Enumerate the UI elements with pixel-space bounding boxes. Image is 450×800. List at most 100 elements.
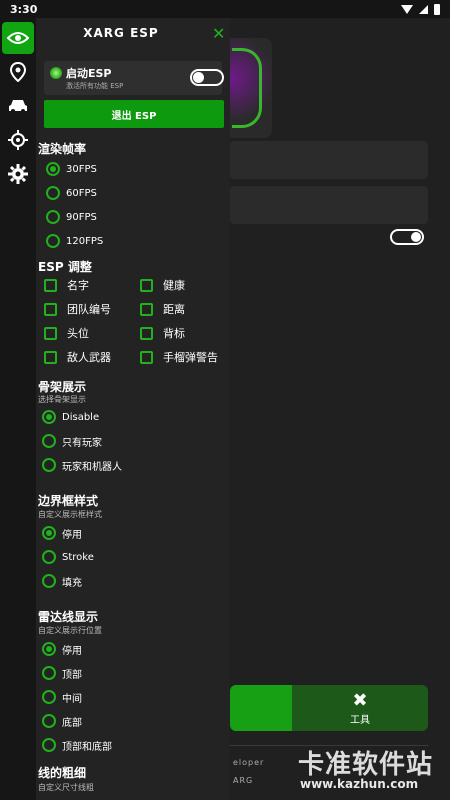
fps-option-label: 120FPS	[66, 235, 104, 247]
border-option-disable[interactable]: 停用	[42, 524, 82, 542]
radio-icon	[42, 574, 56, 588]
radar-option-middle[interactable]: 中间	[42, 688, 82, 706]
fps-option-label: 30FPS	[66, 163, 97, 175]
rail-map-button[interactable]	[2, 56, 34, 88]
checkbox-grenade-warning[interactable]: 手榴弹警告	[140, 348, 218, 366]
skeleton-option-players[interactable]: 只有玩家	[42, 432, 102, 450]
fps-option-120[interactable]: 120FPS	[46, 232, 103, 250]
radar-option-disable[interactable]: 停用	[42, 640, 82, 658]
checkbox-icon	[44, 326, 57, 340]
background-tab-active[interactable]	[230, 685, 292, 731]
fps-title: 渲染帧率	[38, 142, 87, 156]
radio-icon	[42, 738, 56, 752]
skeleton-option-players-bots[interactable]: 玩家和机器人	[42, 456, 122, 474]
radio-label: 顶部和底部	[62, 741, 112, 753]
radar-option-top[interactable]: 顶部	[42, 664, 82, 682]
border-option-fill[interactable]: 填充	[42, 572, 82, 590]
watermark-brand: 卡准软件站	[298, 750, 434, 780]
radio-label: Disable	[62, 411, 100, 423]
rail-esp-button[interactable]	[2, 22, 34, 54]
checkbox-icon	[44, 302, 57, 316]
signal-icon	[419, 4, 428, 14]
radio-icon	[42, 458, 56, 472]
panel-title: XARG ESP	[83, 26, 159, 40]
checkbox-label: 头位	[67, 327, 89, 340]
checkbox-enemy-weapon[interactable]: 敌人武器	[44, 348, 111, 366]
radio-label: 玩家和机器人	[62, 461, 122, 473]
background-field-2[interactable]	[230, 186, 428, 224]
radio-icon	[42, 526, 56, 540]
checkbox-distance[interactable]: 距离	[140, 300, 185, 318]
checkbox-icon	[44, 278, 57, 292]
rail-settings-button[interactable]	[2, 158, 34, 190]
fps-option-60[interactable]: 60FPS	[46, 184, 97, 202]
radar-title: 雷达线显示	[38, 610, 99, 624]
crosshair-icon	[8, 130, 28, 150]
radio-icon	[42, 410, 56, 424]
enable-esp-title: 启动ESP	[66, 67, 112, 80]
exit-esp-button[interactable]: 退出 ESP	[44, 100, 224, 128]
checkbox-label: 手榴弹警告	[163, 351, 218, 364]
checkbox-icon	[140, 350, 153, 364]
border-option-stroke[interactable]: Stroke	[42, 548, 94, 566]
border-title: 边界框样式	[38, 494, 99, 508]
checkbox-icon	[140, 326, 153, 340]
fps-option-label: 60FPS	[66, 187, 97, 199]
status-icons	[401, 3, 440, 15]
radar-option-top-bottom[interactable]: 顶部和底部	[42, 736, 112, 754]
checkbox-label: 健康	[163, 279, 185, 292]
background-toggle[interactable]	[390, 229, 424, 245]
radio-icon	[42, 690, 56, 704]
thickness-title: 线的粗细	[38, 766, 87, 780]
radio-label: 顶部	[62, 669, 82, 681]
checkbox-head[interactable]: 头位	[44, 324, 89, 342]
radio-icon	[42, 666, 56, 680]
esp-logo-icon	[50, 67, 62, 79]
gear-icon	[8, 164, 28, 184]
developer-sub: ARG	[233, 776, 254, 785]
checkbox-team-id[interactable]: 团队编号	[44, 300, 111, 318]
checkbox-backpack[interactable]: 背标	[140, 324, 185, 342]
tools-icon: ✖	[352, 689, 368, 711]
radio-icon	[42, 434, 56, 448]
radar-subtitle: 自定义展示行位置	[38, 626, 102, 635]
eye-icon	[7, 32, 29, 44]
radio-icon	[46, 186, 60, 200]
close-button[interactable]: ✕	[212, 24, 225, 43]
checkbox-icon	[140, 278, 153, 292]
checkbox-icon	[140, 302, 153, 316]
fps-option-30[interactable]: 30FPS	[46, 160, 97, 178]
background-tab-tools[interactable]: ✖ 工具	[292, 685, 428, 731]
checkbox-health[interactable]: 健康	[140, 276, 185, 294]
fps-option-90[interactable]: 90FPS	[46, 208, 97, 226]
radio-label: 停用	[62, 529, 82, 541]
background-field-1[interactable]	[230, 141, 428, 179]
radio-label: 停用	[62, 645, 82, 657]
status-bar: 3:30	[0, 0, 450, 18]
esp-adjust-title: ESP 调整	[38, 260, 92, 274]
radar-option-bottom[interactable]: 底部	[42, 712, 82, 730]
checkbox-name[interactable]: 名字	[44, 276, 89, 294]
enable-esp-subtitle: 激活所有功能 ESP	[66, 82, 124, 90]
radio-label: 只有玩家	[62, 437, 102, 449]
skeleton-title: 骨架展示	[38, 380, 87, 394]
fps-option-label: 90FPS	[66, 211, 97, 223]
checkbox-label: 名字	[67, 279, 89, 292]
map-pin-icon	[10, 62, 26, 82]
checkbox-label: 敌人武器	[67, 351, 111, 364]
rail-vehicle-button[interactable]	[2, 90, 34, 122]
car-icon	[9, 100, 27, 113]
checkbox-label: 背标	[163, 327, 185, 340]
radio-label: 填充	[62, 577, 82, 589]
thickness-subtitle: 自定义尺寸线粗	[38, 783, 94, 792]
checkbox-icon	[44, 350, 57, 364]
radio-label: Stroke	[62, 551, 94, 563]
skeleton-option-disable[interactable]: Disable	[42, 408, 99, 426]
checkbox-label: 团队编号	[67, 303, 111, 316]
app-root: 3:30 ✖ 工具 eloper ARG XARG ESP ✕ 启动ESP 激活…	[0, 0, 450, 800]
border-subtitle: 自定义展示框样式	[38, 510, 102, 519]
watermark-url: www.kazhun.com	[300, 777, 419, 791]
rail-aim-button[interactable]	[2, 124, 34, 156]
enable-esp-toggle[interactable]	[190, 69, 224, 86]
radio-icon	[42, 642, 56, 656]
